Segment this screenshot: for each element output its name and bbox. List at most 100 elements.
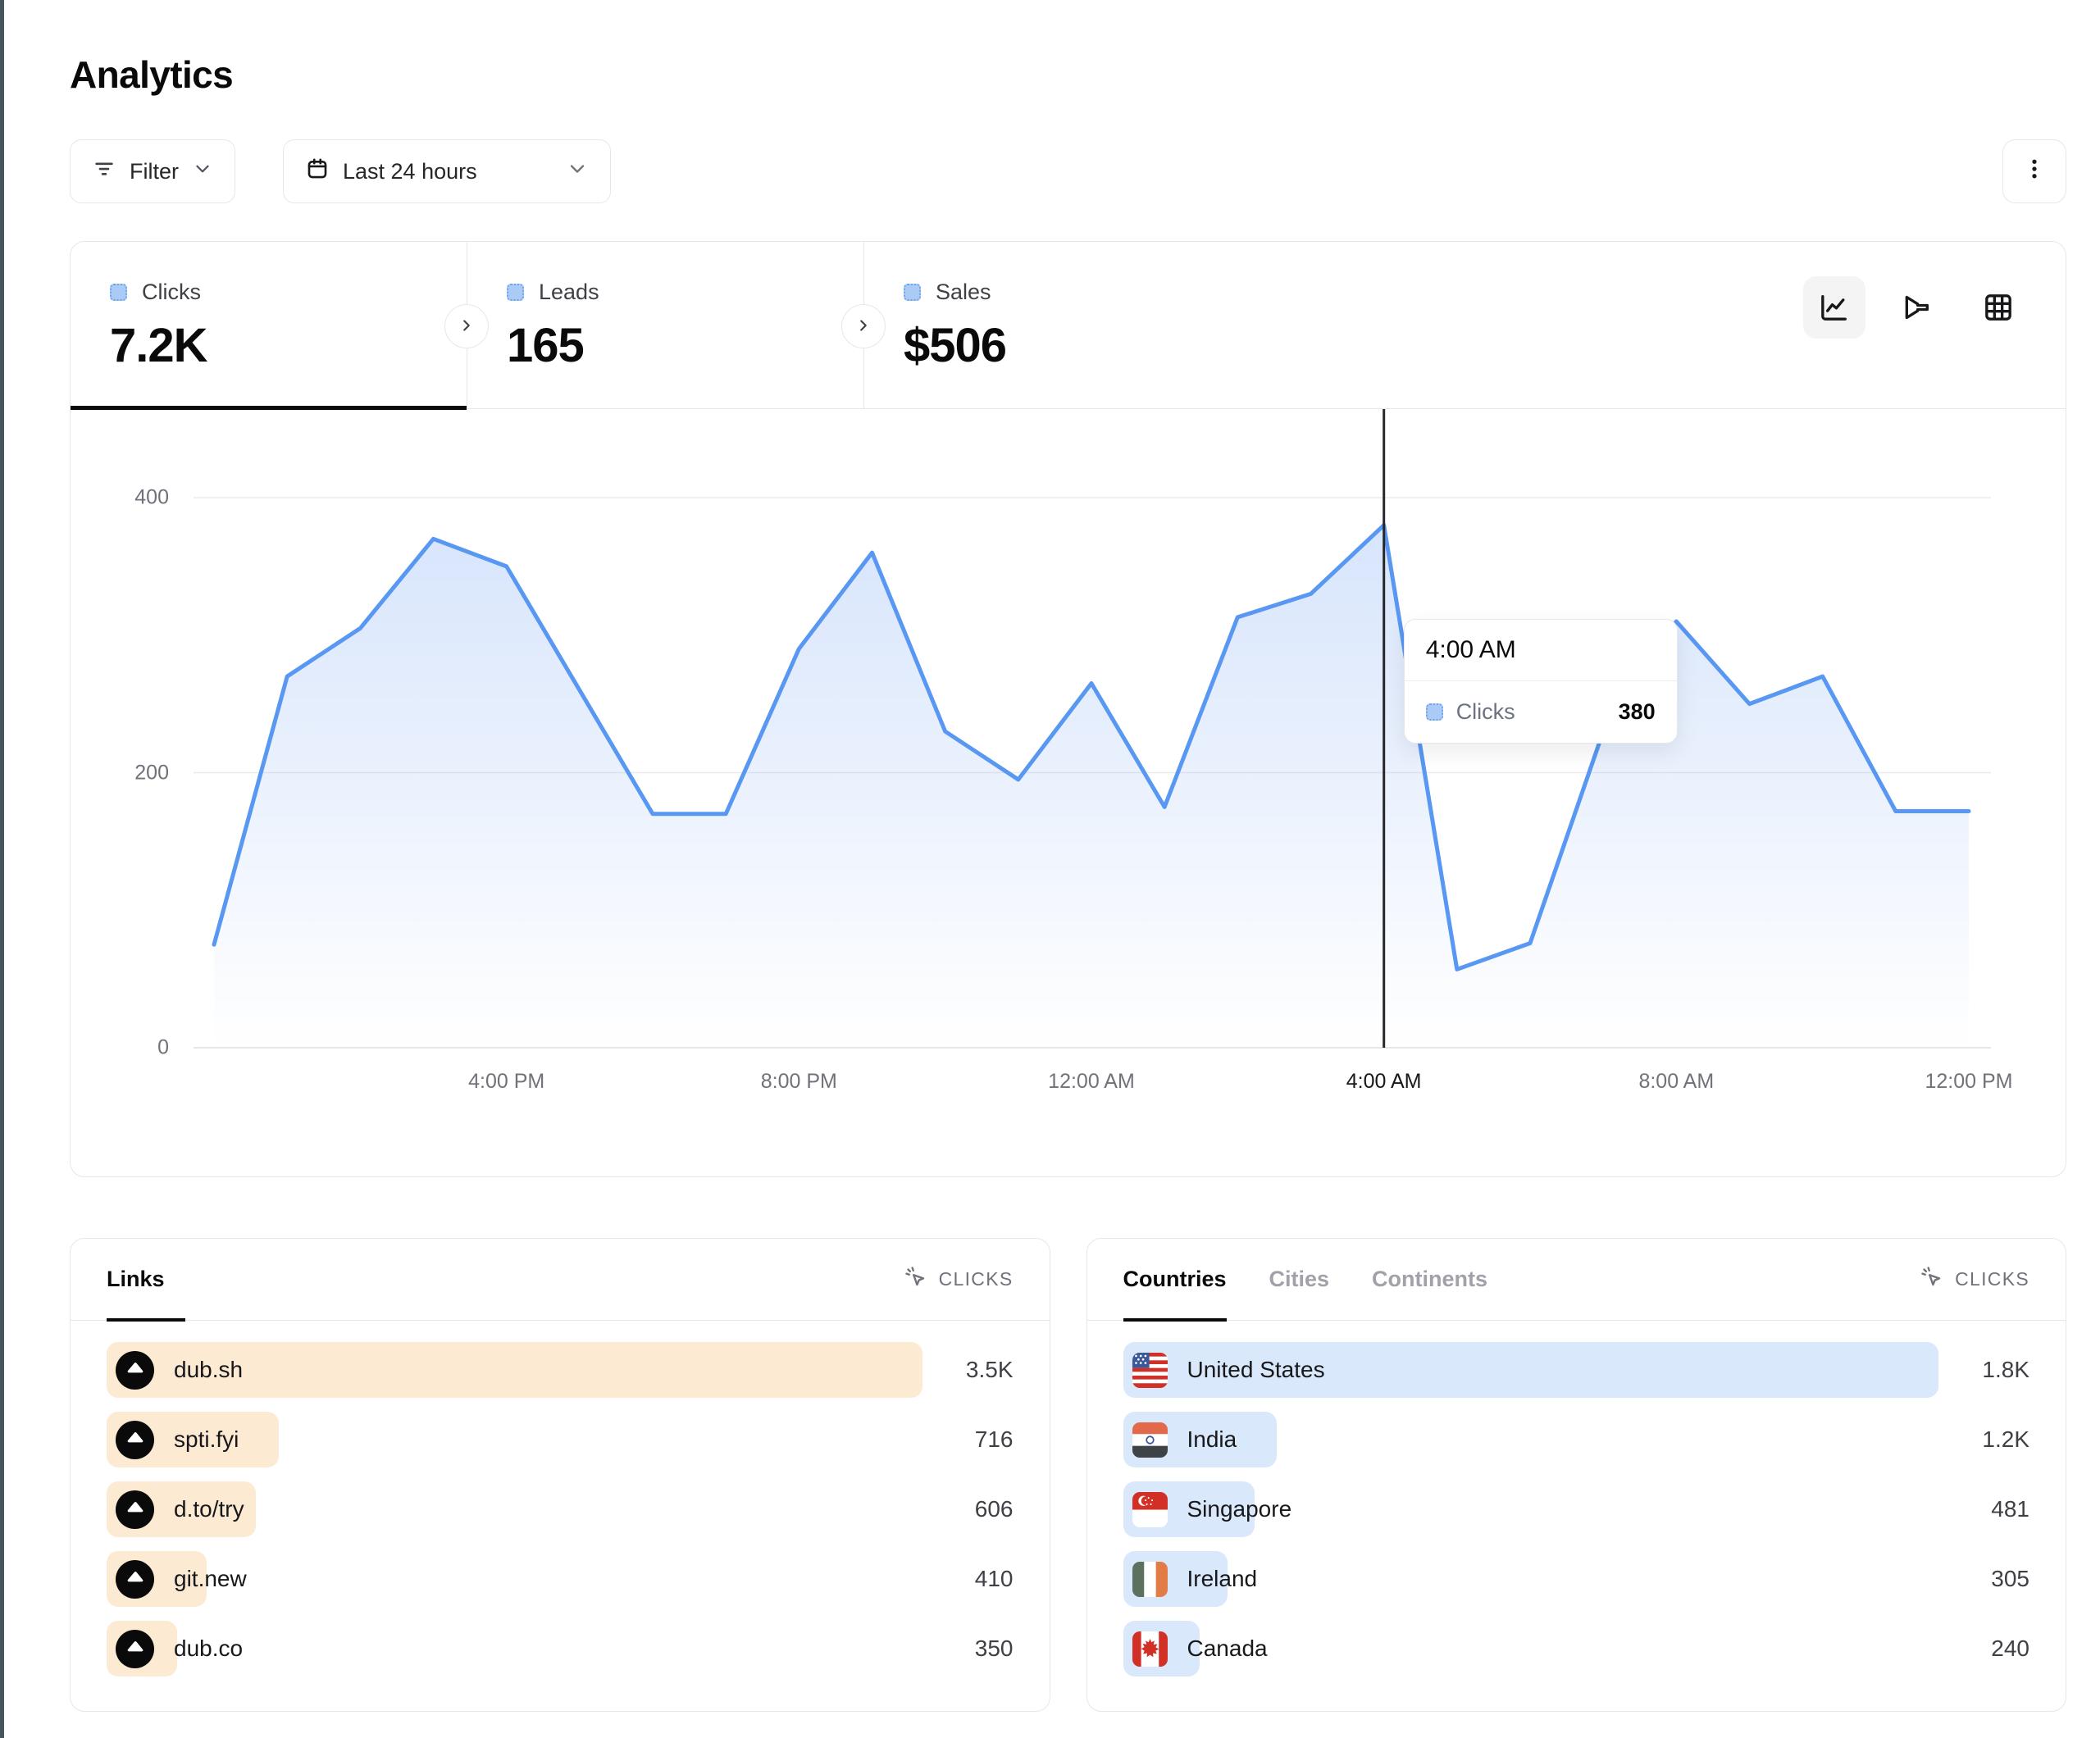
countries-panel-header: Countries Cities Continents CLICKS bbox=[1087, 1239, 2066, 1321]
chart-tooltip: 4:00 AM Clicks 380 bbox=[1404, 619, 1678, 744]
links-tab-links[interactable]: Links bbox=[107, 1239, 165, 1320]
countries-tab-countries[interactable]: Countries bbox=[1123, 1239, 1227, 1320]
breakdown-panels: Links CLICKS dub.sh 3.5K spti.fyi716 d.to/t… bbox=[70, 1238, 2066, 1712]
tooltip-series-label: Clicks bbox=[1456, 699, 1515, 725]
tooltip-time: 4:00 AM bbox=[1405, 620, 1677, 681]
countries-metric-label: CLICKS bbox=[1955, 1268, 2029, 1290]
y-axis-label: 400 bbox=[71, 486, 169, 510]
link-row[interactable]: dub.co 350 bbox=[107, 1621, 1014, 1677]
ca-flag-icon bbox=[1132, 1631, 1168, 1667]
links-panel-header: Links CLICKS bbox=[71, 1239, 1050, 1321]
links-panel-tabs: Links bbox=[107, 1239, 165, 1320]
link-value: 606 bbox=[975, 1496, 1014, 1522]
country-label: Singapore bbox=[1187, 1496, 1292, 1522]
legend-chip bbox=[110, 284, 127, 301]
tooltip-row: Clicks 380 bbox=[1405, 681, 1677, 743]
link-label: d.to/try bbox=[174, 1496, 244, 1522]
x-axis-label: 12:00 PM bbox=[1879, 1070, 2059, 1094]
country-row[interactable]: United States1.8K bbox=[1123, 1342, 2030, 1398]
clicks-area-chart[interactable]: 4:00 AM Clicks 380 0 200 400 4:00 PM 8:00 PM… bbox=[71, 409, 2066, 1176]
window-edge-strip bbox=[0, 0, 4, 1738]
toolbar: Filter Last 24 hours bbox=[70, 139, 2066, 203]
filter-button[interactable]: Filter bbox=[70, 139, 235, 203]
country-row[interactable]: Ireland 305 bbox=[1123, 1551, 2030, 1607]
cursor-click-icon bbox=[904, 1265, 928, 1294]
countries-panel: Countries Cities Continents CLICKS United … bbox=[1086, 1238, 2067, 1712]
link-row[interactable]: spti.fyi716 bbox=[107, 1412, 1014, 1467]
country-row[interactable]: Singapore 481 bbox=[1123, 1481, 2030, 1537]
dub-logo-icon bbox=[116, 1421, 154, 1459]
country-row[interactable]: India 1.2K bbox=[1123, 1412, 2030, 1467]
y-axis-label: 200 bbox=[71, 761, 169, 785]
legend-chip bbox=[904, 284, 921, 301]
country-label: India bbox=[1187, 1426, 1237, 1453]
chevron-down-icon bbox=[192, 158, 213, 185]
stat-tab-sales[interactable]: Sales $506 bbox=[864, 242, 1260, 408]
countries-rows: United States1.8K India 1.2K Singapore 481 Ir… bbox=[1087, 1321, 2066, 1677]
stat-tab-clicks[interactable]: Clicks 7.2K bbox=[71, 242, 467, 408]
stat-tab-leads[interactable]: Leads 165 bbox=[467, 242, 863, 408]
filter-button-label: Filter bbox=[130, 159, 179, 184]
table-view-button[interactable] bbox=[1967, 276, 2029, 339]
country-value: 305 bbox=[1991, 1566, 2029, 1592]
x-axis-label: 12:00 AM bbox=[1001, 1070, 1182, 1094]
analytics-page: Analytics Filter Last 24 hours bbox=[0, 0, 2100, 1712]
funnel-view-button[interactable] bbox=[1885, 276, 1947, 339]
x-axis-label: 4:00 AM bbox=[1294, 1070, 1474, 1094]
kebab-menu-icon bbox=[2022, 157, 2047, 187]
country-label: Canada bbox=[1187, 1636, 1268, 1662]
dub-logo-icon bbox=[116, 1351, 154, 1390]
date-range-button[interactable]: Last 24 hours bbox=[283, 139, 611, 203]
links-panel: Links CLICKS dub.sh 3.5K spti.fyi716 d.to/t… bbox=[70, 1238, 1050, 1712]
series-chip bbox=[1426, 703, 1443, 721]
dub-logo-icon bbox=[116, 1560, 154, 1599]
calendar-icon bbox=[305, 157, 330, 187]
link-row[interactable]: git.new 410 bbox=[107, 1551, 1014, 1607]
link-label: spti.fyi bbox=[174, 1426, 239, 1453]
chevron-down-icon bbox=[566, 157, 589, 186]
stat-value: 7.2K bbox=[110, 318, 467, 373]
line-chart-view-button[interactable] bbox=[1803, 276, 1865, 339]
stat-label: Leads bbox=[539, 280, 599, 305]
countries-metric[interactable]: CLICKS bbox=[1920, 1265, 2029, 1294]
link-value: 3.5K bbox=[966, 1357, 1014, 1383]
stat-value: $506 bbox=[904, 318, 1260, 373]
chart-view-toggles bbox=[1803, 276, 2029, 339]
countries-tab-cities[interactable]: Cities bbox=[1269, 1239, 1330, 1320]
link-row[interactable]: dub.sh 3.5K bbox=[107, 1342, 1014, 1398]
links-metric-label: CLICKS bbox=[939, 1268, 1014, 1290]
date-range-label: Last 24 hours bbox=[343, 159, 477, 184]
stat-value: 165 bbox=[507, 318, 863, 373]
filter-icon bbox=[92, 157, 116, 187]
link-label: git.new bbox=[174, 1566, 247, 1592]
country-value: 481 bbox=[1991, 1496, 2029, 1522]
link-label: dub.co bbox=[174, 1636, 243, 1662]
link-label: dub.sh bbox=[174, 1357, 243, 1383]
stat-label: Sales bbox=[936, 280, 991, 305]
dub-logo-icon bbox=[116, 1630, 154, 1668]
more-options-button[interactable] bbox=[2002, 139, 2066, 203]
area-fill bbox=[214, 525, 1969, 1048]
cursor-click-icon bbox=[1920, 1265, 1944, 1294]
country-label: Ireland bbox=[1187, 1566, 1258, 1592]
us-flag-icon bbox=[1132, 1353, 1168, 1388]
y-axis-label: 0 bbox=[71, 1036, 169, 1060]
countries-tab-continents[interactable]: Continents bbox=[1372, 1239, 1487, 1320]
x-axis-label: 4:00 PM bbox=[417, 1070, 597, 1094]
stat-label: Clicks bbox=[142, 280, 201, 305]
link-value: 350 bbox=[975, 1636, 1014, 1662]
country-value: 240 bbox=[1991, 1636, 2029, 1662]
stats-tabs: Clicks 7.2K Leads 165 Sales $506 bbox=[71, 242, 2066, 409]
link-row[interactable]: d.to/try 606 bbox=[107, 1481, 1014, 1537]
links-metric[interactable]: CLICKS bbox=[904, 1265, 1014, 1294]
country-value: 1.2K bbox=[1982, 1426, 2029, 1453]
country-row[interactable]: Canada 240 bbox=[1123, 1621, 2030, 1677]
links-rows: dub.sh 3.5K spti.fyi716 d.to/try 606 git.new 4… bbox=[71, 1321, 1050, 1677]
legend-chip bbox=[507, 284, 524, 301]
x-axis-label: 8:00 PM bbox=[708, 1070, 889, 1094]
country-label: United States bbox=[1187, 1357, 1325, 1383]
link-value: 410 bbox=[975, 1566, 1014, 1592]
chart-plot[interactable] bbox=[194, 409, 1991, 1057]
in-flag-icon bbox=[1132, 1422, 1168, 1458]
countries-panel-tabs: Countries Cities Continents bbox=[1123, 1239, 1488, 1320]
